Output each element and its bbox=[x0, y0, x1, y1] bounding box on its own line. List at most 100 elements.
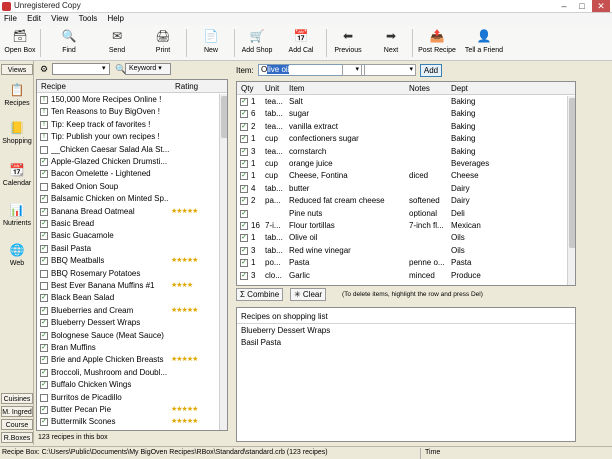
row-checkbox[interactable]: ✓ bbox=[240, 122, 248, 131]
row-checkbox[interactable]: ! bbox=[40, 108, 48, 117]
row-checkbox[interactable]: ✓ bbox=[240, 271, 248, 280]
column-notes[interactable]: Notes bbox=[409, 84, 430, 93]
table-row[interactable]: BBQ Rosemary Potatoes bbox=[37, 268, 219, 280]
table-row[interactable]: ✓ 1 tea... Salt Baking bbox=[237, 96, 567, 108]
open-box-button[interactable]: 🗃 Open Box bbox=[4, 27, 36, 54]
table-row[interactable]: ✓ Basil Pasta bbox=[37, 243, 219, 255]
row-checkbox[interactable]: ✓ bbox=[40, 406, 48, 414]
column-qty[interactable]: Qty bbox=[241, 84, 253, 93]
column-unit[interactable]: Unit bbox=[265, 84, 279, 93]
nav-calendar[interactable]: 📆 Calendar bbox=[0, 161, 34, 187]
column-rating[interactable]: Rating bbox=[175, 82, 198, 91]
nav-nutrients[interactable]: 📊 Nutrients bbox=[0, 201, 34, 227]
table-row[interactable]: ! Ten Reasons to Buy BigOven ! bbox=[37, 106, 219, 118]
table-row[interactable]: ✓ 2 pa... Reduced fat cream cheese softened D… bbox=[237, 195, 567, 207]
row-checkbox[interactable] bbox=[40, 393, 48, 402]
table-row[interactable]: ✓ BBQ Meatballs ★★★★★ bbox=[37, 255, 219, 267]
row-checkbox[interactable] bbox=[40, 145, 48, 154]
table-row[interactable]: ✓ Banana Bread Oatmeal ★★★★★ bbox=[37, 206, 219, 218]
print-button[interactable]: 🖨 Print bbox=[150, 27, 176, 54]
table-row[interactable]: ✓ 4 tab... butter Dairy bbox=[237, 183, 567, 195]
table-row[interactable]: ✓ Balsamic Chicken on Minted Sp... bbox=[37, 193, 219, 205]
menu-tools[interactable]: Tools bbox=[75, 13, 102, 23]
add-item-button[interactable]: Add bbox=[420, 64, 442, 77]
post-recipe-button[interactable]: 📤 Post Recipe bbox=[418, 27, 456, 54]
nav-shopping[interactable]: 📒 Shopping bbox=[0, 119, 34, 145]
row-checkbox[interactable]: ✓ bbox=[240, 234, 248, 243]
maximize-button[interactable]: □ bbox=[574, 0, 590, 12]
table-row[interactable]: ✓ Blueberry Dessert Wraps bbox=[37, 317, 219, 329]
recipe-boxes-tab[interactable]: R.Boxes bbox=[1, 432, 33, 443]
combine-button[interactable]: Σ Combine bbox=[236, 288, 284, 301]
scrollbar-thumb[interactable] bbox=[569, 98, 575, 248]
table-row[interactable]: ✓ 2 tea... vanilla extract Baking bbox=[237, 121, 567, 133]
list-item[interactable]: Basil Pasta bbox=[241, 338, 281, 347]
course-tab[interactable]: Course bbox=[1, 419, 33, 430]
table-row[interactable]: ! Tip: Keep track of favorites ! bbox=[37, 119, 219, 131]
table-row[interactable]: ✓ 6 tab... sugar Baking bbox=[237, 108, 567, 120]
row-checkbox[interactable]: ✓ bbox=[40, 195, 48, 204]
quantity-dropdown[interactable]: ▾ bbox=[364, 64, 416, 76]
row-checkbox[interactable]: ! bbox=[40, 120, 48, 129]
table-row[interactable]: ✓Caesar Salad★★★★★ bbox=[37, 429, 219, 431]
close-button[interactable]: ✕ bbox=[592, 0, 610, 12]
row-checkbox[interactable]: ✓ bbox=[40, 294, 48, 303]
row-checkbox[interactable]: ✓ bbox=[40, 344, 48, 352]
row-checkbox[interactable]: ✓ bbox=[240, 222, 248, 230]
row-checkbox[interactable]: ! bbox=[40, 133, 48, 142]
list-item[interactable]: Blueberry Dessert Wraps bbox=[241, 326, 330, 335]
row-checkbox[interactable]: ✓ bbox=[240, 172, 248, 181]
recipe-list-scrollbar[interactable] bbox=[219, 94, 227, 430]
tell-a-friend-button[interactable]: 👤 Tell a Friend bbox=[464, 27, 504, 54]
table-row[interactable]: ✓ 3 tab... Red wine vinegar Oils bbox=[237, 245, 567, 257]
add-cal-button[interactable]: 📅 Add Cal bbox=[286, 27, 316, 54]
menu-file[interactable]: File bbox=[0, 13, 21, 23]
add-shop-button[interactable]: 🛒 Add Shop bbox=[240, 27, 274, 54]
table-row[interactable]: ✓ Basic Guacamole bbox=[37, 230, 219, 242]
row-checkbox[interactable]: ✓ bbox=[40, 158, 48, 166]
table-row[interactable]: ✓ 1 cup confectioners sugar Baking bbox=[237, 133, 567, 145]
table-row[interactable]: ! 150,000 More Recipes Online ! bbox=[37, 94, 219, 106]
row-checkbox[interactable]: ✓ bbox=[40, 170, 48, 179]
unit-dropdown[interactable]: ▾ bbox=[342, 64, 362, 76]
table-row[interactable]: ! Tip: Publish your own recipes ! bbox=[37, 131, 219, 143]
row-checkbox[interactable]: ✓ bbox=[240, 135, 248, 144]
row-checkbox[interactable]: ✓ bbox=[40, 356, 48, 365]
main-ingredient-tab[interactable]: M. Ingred bbox=[1, 406, 33, 417]
table-row[interactable]: ✓ Apple-Glazed Chicken Drumsti... bbox=[37, 156, 219, 168]
table-row[interactable]: ✓ Butter Pecan Pie ★★★★★ bbox=[37, 404, 219, 416]
table-row[interactable]: ✓ 1 cup orange juice Beverages bbox=[237, 158, 567, 170]
nav-recipes[interactable]: 📋 Recipes bbox=[0, 81, 34, 107]
column-item[interactable]: Item bbox=[289, 84, 305, 93]
row-checkbox[interactable]: ✓ bbox=[40, 319, 48, 328]
table-row[interactable]: ✓ Black Bean Salad bbox=[37, 292, 219, 304]
send-button[interactable]: ✉ Send bbox=[104, 27, 130, 54]
table-row[interactable]: ✓ Bacon Omelette - Lightened bbox=[37, 168, 219, 180]
table-row[interactable]: __Chicken Caesar Salad Ala St... bbox=[37, 144, 219, 156]
chevron-down-icon[interactable]: ▾ bbox=[102, 64, 106, 72]
next-button[interactable]: ➡ Next bbox=[378, 27, 404, 54]
table-row[interactable]: ✓ 1 po... Pasta penne o... Pasta bbox=[237, 257, 567, 269]
row-checkbox[interactable]: ✓ bbox=[40, 220, 48, 228]
table-row[interactable]: ✓ Bolognese Sauce (Meat Sauce) bbox=[37, 330, 219, 342]
row-checkbox[interactable]: ✓ bbox=[240, 246, 248, 255]
table-row[interactable]: ✓ Broccoli, Mushroom and Doubl... bbox=[37, 367, 219, 379]
previous-button[interactable]: ⬅ Previous bbox=[332, 27, 364, 54]
row-checkbox[interactable]: ✓ bbox=[240, 197, 248, 206]
menu-view[interactable]: View bbox=[47, 13, 72, 23]
row-checkbox[interactable]: ✓ bbox=[240, 160, 248, 168]
column-dept[interactable]: Dept bbox=[451, 84, 468, 93]
shopping-list-scrollbar[interactable] bbox=[567, 96, 575, 285]
table-row[interactable]: ✓ 16 7-i... Flour tortillas 7-inch fl... Mexi… bbox=[237, 220, 567, 232]
row-checkbox[interactable]: ✓ bbox=[240, 209, 248, 218]
row-checkbox[interactable]: ✓ bbox=[40, 368, 48, 377]
keyword-dropdown[interactable]: Keyword ▾ bbox=[125, 63, 171, 75]
row-checkbox[interactable] bbox=[40, 282, 48, 290]
table-row[interactable]: ✓ Brie and Apple Chicken Breasts ★★★★★ bbox=[37, 354, 219, 366]
minimize-button[interactable]: – bbox=[556, 0, 572, 12]
table-row[interactable]: ✓ Pine nuts optional Deli bbox=[237, 208, 567, 220]
nav-web[interactable]: 🌐 Web bbox=[0, 241, 34, 267]
table-row[interactable]: Best Ever Banana Muffins #1 ★★★★ bbox=[37, 280, 219, 292]
shopping-list-table[interactable]: Qty Unit Item Notes Dept ✓ 1 tea... Salt Bak… bbox=[236, 81, 576, 286]
table-row[interactable]: ✓ Buffalo Chicken Wings bbox=[37, 379, 219, 391]
